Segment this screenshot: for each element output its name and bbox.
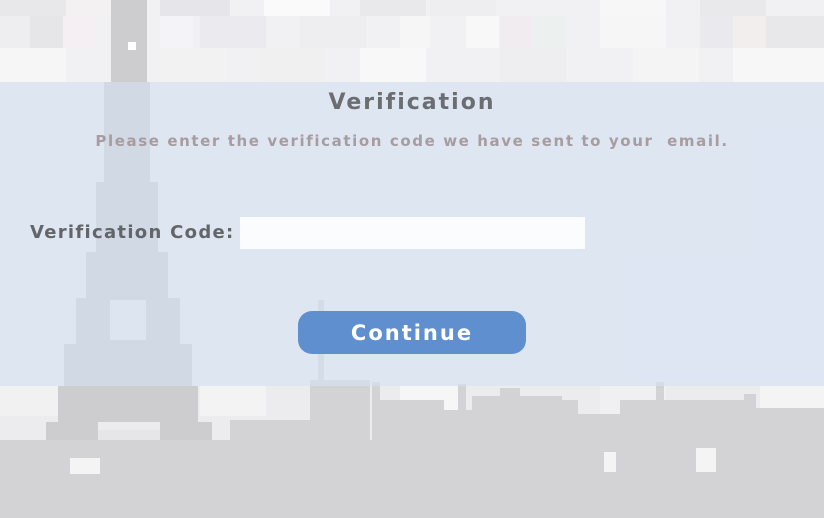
verification-code-input[interactable] bbox=[240, 217, 585, 249]
instruction-text: Please enter the verification code we ha… bbox=[95, 132, 729, 150]
continue-button[interactable]: Continue bbox=[298, 311, 526, 354]
verification-code-label: Verification Code: bbox=[30, 222, 235, 243]
verification-screen: Verification Please enter the verificati… bbox=[0, 0, 824, 518]
page-title: Verification bbox=[328, 90, 496, 115]
